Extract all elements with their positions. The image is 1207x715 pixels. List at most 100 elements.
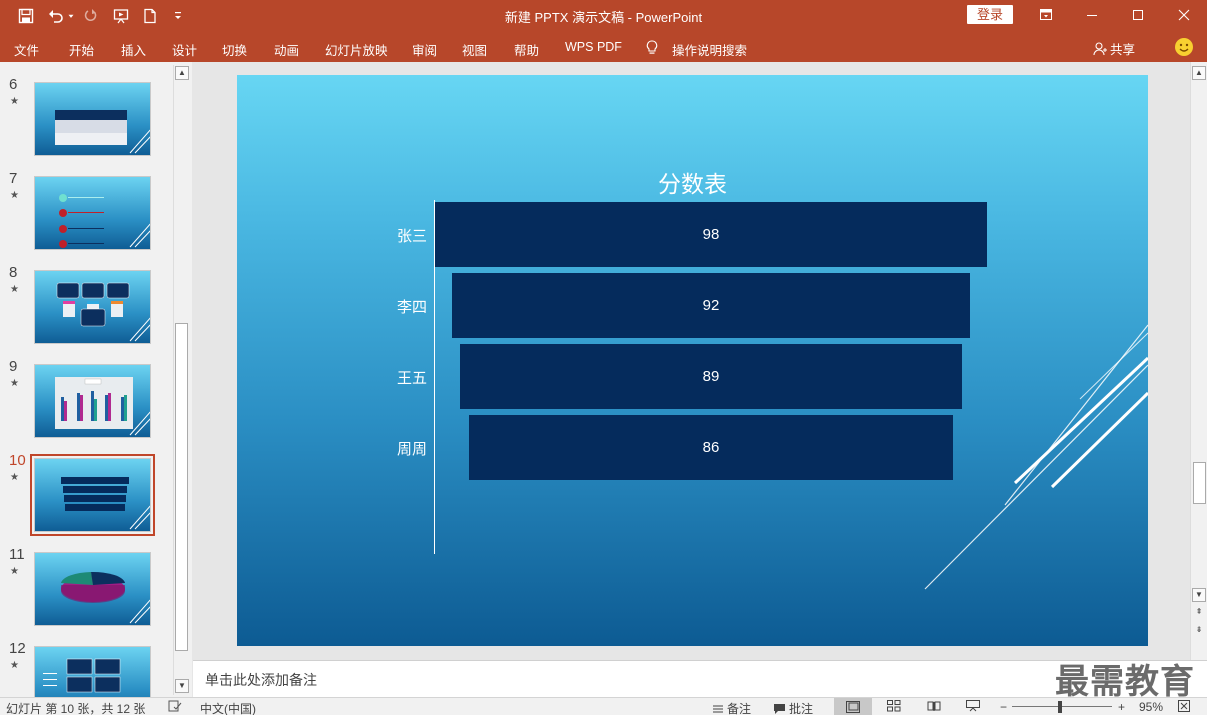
- thumbnail-number: 10: [9, 452, 26, 469]
- normal-view-icon[interactable]: [834, 698, 872, 715]
- share-label: 共享: [1110, 43, 1136, 57]
- ribbon-tabs: 文件 开始 插入 设计 切换 动画 幻灯片放映 审阅 视图 帮助 WPS PDF…: [0, 32, 1207, 62]
- undo-icon[interactable]: [46, 6, 66, 26]
- funnel-bar[interactable]: 89: [460, 344, 962, 409]
- tab-wps-pdf[interactable]: WPS PDF: [565, 40, 622, 54]
- slide-thumbnail-8[interactable]: [34, 270, 151, 344]
- feedback-smiley-icon[interactable]: [1175, 38, 1193, 56]
- language-indicator[interactable]: 中文(中国): [200, 700, 256, 715]
- maximize-icon[interactable]: [1115, 0, 1161, 30]
- zoom-slider[interactable]: [1012, 706, 1112, 707]
- slide-thumbnail-panel: 6 ★ 7 ★ 8 ★ 9 ★ 10 ★ 11 ★ 12 ★: [0, 62, 192, 697]
- zoom-level[interactable]: 95%: [1139, 700, 1163, 714]
- funnel-bar[interactable]: 92: [451, 273, 971, 338]
- start-presentation-icon[interactable]: [111, 6, 131, 26]
- funnel-bar[interactable]: 98: [435, 202, 987, 267]
- slide-thumbnail-7[interactable]: [34, 176, 151, 250]
- thumbnail-number: 9: [9, 358, 18, 375]
- slide-counter: 幻灯片 第 10 张，共 12 张: [6, 702, 146, 715]
- scroll-down-arrow-icon[interactable]: ▼: [175, 679, 189, 693]
- scroll-down-arrow-icon[interactable]: ▼: [1192, 588, 1206, 602]
- bar-value-label: 89: [702, 368, 720, 385]
- notes-toggle[interactable]: 备注: [712, 700, 751, 715]
- thumbnail-number: 11: [9, 546, 25, 563]
- scroll-up-arrow-icon[interactable]: ▲: [175, 66, 189, 80]
- bar-value-label: 86: [702, 439, 720, 456]
- notes-toggle-label: 备注: [727, 702, 752, 715]
- tab-view[interactable]: 视图: [462, 40, 487, 59]
- reading-view-icon[interactable]: [927, 700, 941, 715]
- next-slide-icon[interactable]: ⇟: [1192, 624, 1206, 638]
- category-label: 周周: [396, 441, 427, 458]
- category-label: 李四: [396, 299, 427, 316]
- slide-canvas[interactable]: 分数表 98 张三 92 李四 89 王五 86 周周: [237, 75, 1148, 646]
- notes-icon: [713, 705, 723, 712]
- ribbon-display-icon[interactable]: [1023, 0, 1069, 30]
- previous-slide-icon[interactable]: ⇞: [1192, 606, 1206, 620]
- watermark: 最需教育: [1055, 663, 1195, 701]
- new-file-icon[interactable]: [140, 6, 160, 26]
- tab-help[interactable]: 帮助: [514, 40, 539, 59]
- category-label: 王五: [396, 370, 427, 387]
- thumbnail-number: 7: [9, 170, 18, 187]
- comments-toggle-label: 批注: [789, 702, 814, 715]
- animation-star-icon: ★: [10, 96, 19, 107]
- minimize-icon[interactable]: [1069, 0, 1115, 30]
- customize-icon[interactable]: [168, 6, 188, 26]
- save-icon[interactable]: [16, 6, 36, 26]
- tab-slideshow[interactable]: 幻灯片放映: [325, 40, 388, 59]
- comments-toggle[interactable]: 批注: [773, 700, 813, 715]
- tab-insert[interactable]: 插入: [121, 40, 146, 59]
- slideshow-view-icon[interactable]: [966, 700, 980, 715]
- thumbnail-number: 8: [9, 264, 18, 281]
- login-button[interactable]: 登录: [967, 5, 1013, 24]
- funnel-bar[interactable]: 86: [468, 415, 954, 480]
- slide-thumbnail-11[interactable]: [34, 552, 151, 626]
- notes-placeholder[interactable]: 单击此处添加备注: [205, 670, 317, 690]
- slide-thumbnail-10[interactable]: [30, 454, 155, 536]
- tab-transitions[interactable]: 切换: [222, 40, 247, 59]
- redo-icon[interactable]: [81, 6, 101, 26]
- scrollbar-thumb[interactable]: [175, 323, 188, 651]
- zoom-slider-handle[interactable]: [1058, 701, 1062, 713]
- spell-check-icon[interactable]: [168, 700, 182, 715]
- animation-star-icon: ★: [10, 190, 19, 201]
- tell-me-search[interactable]: 操作说明搜索: [672, 40, 747, 59]
- person-icon: [1093, 41, 1107, 55]
- scroll-up-arrow-icon[interactable]: ▲: [1192, 66, 1206, 80]
- tab-home[interactable]: 开始: [69, 40, 94, 59]
- tab-file[interactable]: 文件: [14, 40, 39, 59]
- title-bar: 新建 PPTX 演示文稿 - PowerPoint 登录: [0, 0, 1207, 32]
- slide-thumbnail-12[interactable]: [34, 646, 151, 697]
- zoom-in-button[interactable]: +: [1118, 700, 1125, 714]
- animation-star-icon: ★: [10, 378, 19, 389]
- zoom-out-button[interactable]: −: [1000, 700, 1007, 714]
- status-bar: 幻灯片 第 10 张，共 12 张 中文(中国) 备注 批注 − + 95%: [0, 697, 1207, 715]
- slide-editor: 分数表 98 张三 92 李四 89 王五 86 周周: [193, 62, 1190, 660]
- share-button[interactable]: 共享: [1093, 39, 1135, 58]
- bar-value-label: 92: [702, 297, 720, 314]
- chart-title: 分数表: [658, 171, 727, 197]
- fit-to-window-icon[interactable]: [1178, 700, 1190, 715]
- animation-star-icon: ★: [10, 660, 19, 671]
- slide-scrollbar[interactable]: ▲ ▼ ⇞ ⇟: [1190, 62, 1207, 660]
- slide-thumbnail-9[interactable]: [34, 364, 151, 438]
- animation-star-icon: ★: [10, 472, 19, 483]
- animation-star-icon: ★: [10, 566, 19, 577]
- lightbulb-icon[interactable]: [646, 40, 658, 59]
- slide-sorter-icon[interactable]: [887, 700, 901, 715]
- thumbnail-number: 12: [9, 640, 26, 657]
- slide-thumbnail-6[interactable]: [34, 82, 151, 156]
- category-label: 张三: [396, 228, 427, 245]
- thumbnail-number: 6: [9, 76, 18, 93]
- animation-star-icon: ★: [10, 284, 19, 295]
- thumbnail-scrollbar[interactable]: ▲ ▼: [173, 65, 189, 695]
- scrollbar-thumb[interactable]: [1193, 462, 1206, 504]
- tab-design[interactable]: 设计: [172, 40, 197, 59]
- close-icon[interactable]: [1161, 0, 1207, 30]
- bar-value-label: 98: [702, 226, 720, 243]
- undo-dropdown-icon[interactable]: [66, 6, 76, 26]
- comment-icon: [774, 703, 785, 714]
- tab-animations[interactable]: 动画: [274, 40, 299, 59]
- tab-review[interactable]: 审阅: [412, 40, 437, 59]
